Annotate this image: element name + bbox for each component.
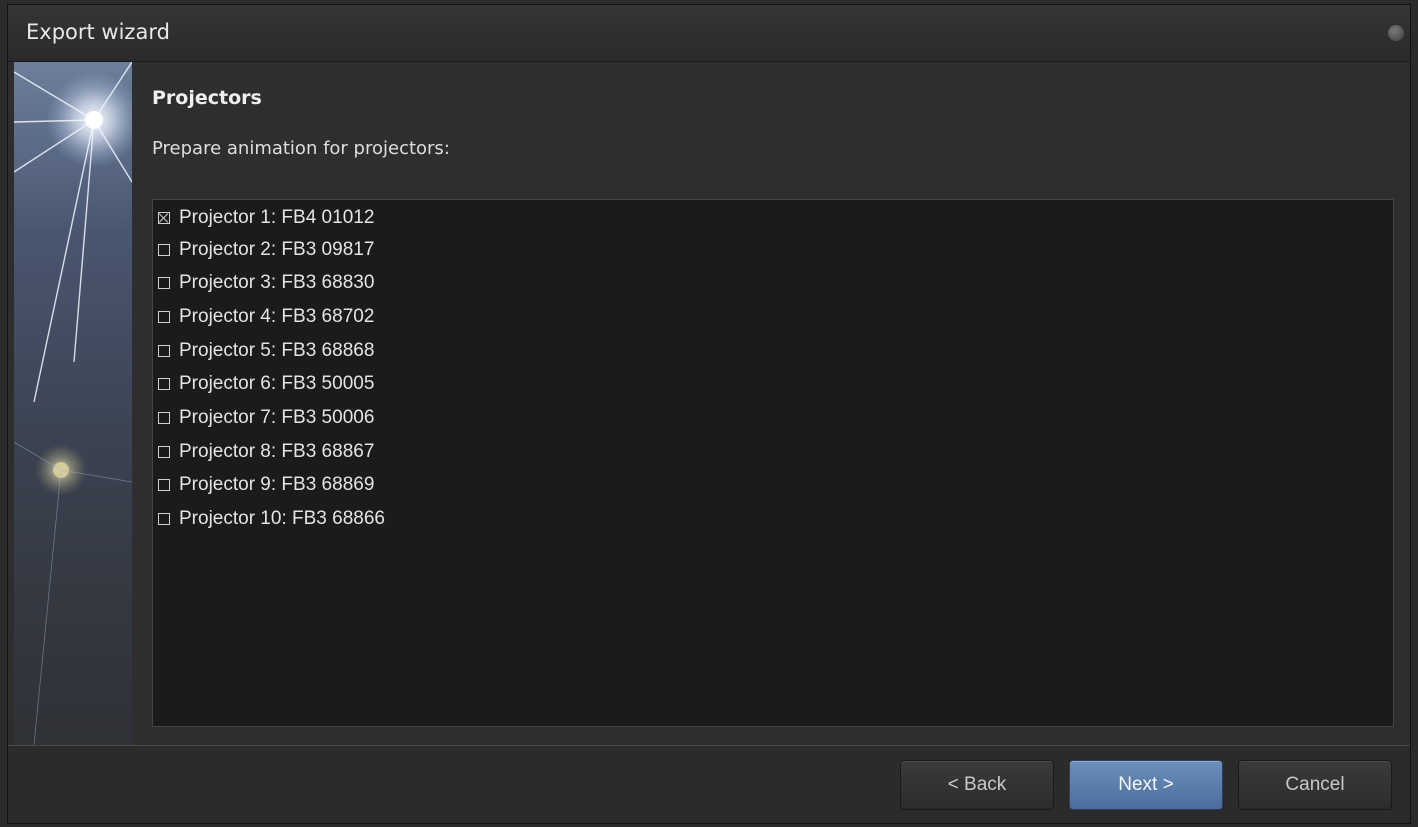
- checkbox-checked[interactable]: [158, 212, 170, 224]
- projector-item-7[interactable]: Projector 7: FB3 50006: [158, 403, 374, 433]
- wizard-page: Projectors Prepare animation for project…: [132, 62, 1410, 745]
- checkbox-unchecked[interactable]: [158, 244, 170, 256]
- cancel-button[interactable]: Cancel: [1238, 760, 1392, 810]
- title-bar: Export wizard: [8, 5, 1410, 62]
- checkbox-unchecked[interactable]: [158, 513, 170, 525]
- projector-item-3[interactable]: Projector 3: FB3 68830: [158, 268, 374, 298]
- projector-item-9[interactable]: Projector 9: FB3 68869: [158, 470, 374, 500]
- projector-label: Projector 1: FB4 01012: [179, 207, 375, 228]
- projector-label: Projector 7: FB3 50006: [179, 407, 375, 428]
- projector-checklist[interactable]: Projector 1: FB4 01012 Projector 2: FB3 …: [152, 199, 1394, 727]
- projector-item-6[interactable]: Projector 6: FB3 50005: [158, 369, 374, 399]
- export-wizard-window: Export wizard Projectors Prepare animati…: [7, 4, 1411, 824]
- checkbox-unchecked[interactable]: [158, 479, 170, 491]
- checkbox-unchecked[interactable]: [158, 311, 170, 323]
- checkbox-unchecked[interactable]: [158, 345, 170, 357]
- projector-label: Projector 8: FB3 68867: [179, 441, 375, 462]
- back-button[interactable]: < Back: [900, 760, 1054, 810]
- page-title: Projectors: [152, 87, 262, 109]
- starburst-icon: [14, 62, 132, 745]
- page-description: Prepare animation for projectors:: [152, 138, 450, 159]
- wizard-side-image: [14, 62, 132, 745]
- close-icon[interactable]: [1388, 25, 1404, 41]
- projector-label: Projector 6: FB3 50005: [179, 373, 375, 394]
- projector-item-4[interactable]: Projector 4: FB3 68702: [158, 302, 374, 332]
- projector-label: Projector 2: FB3 09817: [179, 239, 375, 260]
- projector-label: Projector 10: FB3 68866: [179, 508, 385, 529]
- checkbox-unchecked[interactable]: [158, 378, 170, 390]
- projector-label: Projector 3: FB3 68830: [179, 272, 375, 293]
- projector-item-1[interactable]: Projector 1: FB4 01012: [158, 203, 374, 233]
- window-title: Export wizard: [26, 20, 170, 44]
- projector-label: Projector 9: FB3 68869: [179, 474, 375, 495]
- projector-item-5[interactable]: Projector 5: FB3 68868: [158, 336, 374, 366]
- projector-label: Projector 5: FB3 68868: [179, 340, 375, 361]
- checkbox-unchecked[interactable]: [158, 412, 170, 424]
- projector-item-10[interactable]: Projector 10: FB3 68866: [158, 504, 385, 534]
- button-bar: < Back Next > Cancel: [8, 745, 1410, 823]
- next-button[interactable]: Next >: [1069, 760, 1223, 810]
- projector-label: Projector 4: FB3 68702: [179, 306, 375, 327]
- projector-item-8[interactable]: Projector 8: FB3 68867: [158, 437, 374, 467]
- projector-item-2[interactable]: Projector 2: FB3 09817: [158, 235, 374, 265]
- checkbox-unchecked[interactable]: [158, 446, 170, 458]
- checkbox-unchecked[interactable]: [158, 277, 170, 289]
